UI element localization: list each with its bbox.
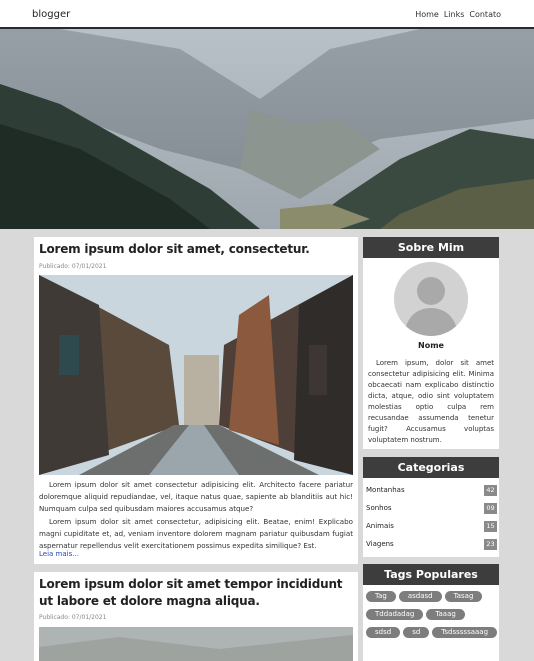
post-excerpt: Lorem ipsum dolor sit amet consectetur a… xyxy=(39,479,353,552)
categories-heading: Categorias xyxy=(363,457,499,478)
avatar xyxy=(394,262,468,336)
category-item[interactable]: Montanhas 42 xyxy=(366,484,497,498)
read-more-link[interactable]: Leia mais... xyxy=(39,550,79,558)
blog-post: Lorem ipsum dolor sit amet, consectetur.… xyxy=(34,237,358,564)
category-item[interactable]: Sonhos 09 xyxy=(366,502,497,516)
blog-post: Lorem ipsum dolor sit amet tempor incidi… xyxy=(34,572,358,661)
tag-chip[interactable]: Tsdsssssaaag xyxy=(432,627,498,638)
tag-chip[interactable]: sdsd xyxy=(366,627,401,638)
category-label: Sonhos xyxy=(366,504,392,512)
tags-widget: Tags Populares Tag asdasd Tasag Tddadada… xyxy=(363,564,499,661)
post-paragraph: Lorem ipsum dolor sit amet consectetur, … xyxy=(39,516,353,551)
about-heading: Sobre Mim xyxy=(363,237,499,258)
profile-bio: Lorem ipsum, dolor sit amet consectetur … xyxy=(368,359,494,444)
tag-chip[interactable]: asdasd xyxy=(398,591,442,602)
tag-chip[interactable]: Tag xyxy=(366,591,396,602)
tag-chip[interactable]: Tddadadag xyxy=(366,609,424,620)
tag-chip[interactable]: Taaag xyxy=(426,609,465,620)
categories-widget: Categorias Montanhas 42 Sonhos 09 Animai… xyxy=(363,457,499,557)
category-count-badge: 42 xyxy=(484,485,497,496)
category-count-badge: 15 xyxy=(484,521,497,532)
hero-banner-image xyxy=(0,29,534,229)
category-count-badge: 23 xyxy=(484,539,497,550)
about-widget: Sobre Mim Nome Lorem ipsum, dolor sit am… xyxy=(363,237,499,449)
profile-name: Nome xyxy=(418,341,444,350)
post-image xyxy=(39,275,353,475)
category-item[interactable]: Animais 15 xyxy=(366,520,497,534)
site-brand[interactable]: blogger xyxy=(32,9,70,20)
nav-link-links[interactable]: Links xyxy=(444,10,465,19)
category-item[interactable]: Viagens 23 xyxy=(366,538,497,552)
post-paragraph: Lorem ipsum dolor sit amet consectetur a… xyxy=(39,480,353,514)
nav-link-home[interactable]: Home xyxy=(415,10,439,19)
post-image xyxy=(39,627,353,661)
post-date: Publicado: 07/01/2021 xyxy=(39,263,107,270)
category-label: Viagens xyxy=(366,540,394,548)
nav-links: Home Links Contato xyxy=(415,10,501,19)
tag-chip[interactable]: Tasag xyxy=(444,591,483,602)
category-label: Animais xyxy=(366,522,394,530)
category-count-badge: 09 xyxy=(484,503,497,514)
top-navbar: blogger Home Links Contato xyxy=(0,0,534,29)
nav-link-contato[interactable]: Contato xyxy=(469,10,501,19)
category-label: Montanhas xyxy=(366,486,405,494)
tag-chip[interactable]: sd xyxy=(403,627,430,638)
post-date: Publicado: 07/01/2021 xyxy=(39,614,107,621)
tags-heading: Tags Populares xyxy=(363,564,499,585)
post-title[interactable]: Lorem ipsum dolor sit amet tempor incidi… xyxy=(39,576,355,610)
post-title[interactable]: Lorem ipsum dolor sit amet, consectetur. xyxy=(39,241,310,258)
tag-list: Tag asdasd Tasag Tddadadag Taaag sdsd sd… xyxy=(366,591,498,638)
